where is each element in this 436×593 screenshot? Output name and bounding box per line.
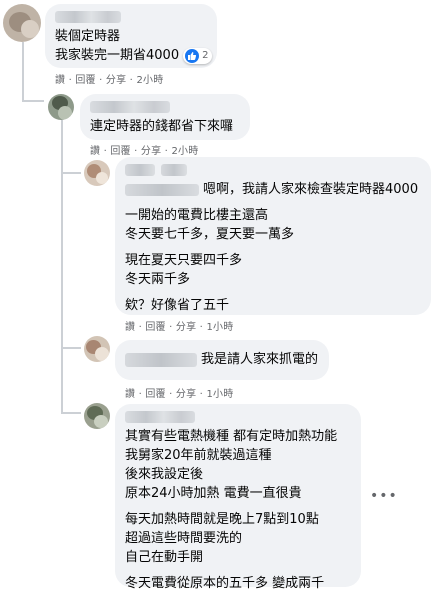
separator: · bbox=[126, 75, 137, 86]
like-link[interactable]: 讚 bbox=[90, 146, 100, 157]
comment-text-line: 我是請人家來抓電的 bbox=[201, 352, 319, 367]
thread-line-branch-2 bbox=[61, 347, 81, 349]
comment-bubble: 嗯啊，我請人家來檢查裝定時器4000 一開始的電費比樓主還高 冬天要七千多，夏天… bbox=[115, 157, 431, 315]
author-name-blurred[interactable] bbox=[125, 352, 197, 367]
like-link[interactable]: 讚 bbox=[125, 389, 135, 400]
comment-text: 自己在動手開 bbox=[125, 550, 204, 565]
comment-text: 嗯啊，我請人家來檢查裝定時器4000 bbox=[125, 180, 421, 199]
comment-actions: 讚 · 回覆 · 分享 · 1小時 bbox=[125, 318, 233, 333]
comment-bubble: 連定時器的錢都省下來囉 bbox=[80, 94, 250, 140]
comment-text: 裝個定時器 bbox=[55, 29, 121, 44]
comment-text: 欸？好像省了五千 bbox=[125, 298, 230, 313]
separator: · bbox=[95, 75, 106, 86]
share-link[interactable]: 分享 bbox=[106, 75, 126, 86]
comment-text: 一開始的電費比樓主還高 bbox=[125, 208, 269, 223]
separator: · bbox=[165, 389, 176, 400]
avatar[interactable] bbox=[3, 4, 41, 42]
author-name-blurred[interactable] bbox=[125, 164, 421, 176]
comment-text-line: 我家裝完一期省4000 bbox=[55, 48, 180, 63]
thread-line-branch-3 bbox=[61, 412, 81, 414]
comment-text: 原本24小時加熱 電費一直很貴 bbox=[125, 486, 302, 501]
separator: · bbox=[100, 146, 111, 157]
avatar[interactable] bbox=[48, 94, 74, 120]
comment-text: 現在夏天只要四千多 bbox=[125, 253, 243, 268]
comment-text: 我舅家20年前就裝過這種 bbox=[125, 448, 272, 463]
separator: · bbox=[196, 389, 207, 400]
thread-line-nested bbox=[61, 118, 63, 413]
like-link[interactable]: 讚 bbox=[55, 75, 65, 86]
comment-text: 我家裝完一期省4000 2 bbox=[55, 46, 213, 65]
comment-text: 冬天兩千多 bbox=[125, 272, 191, 287]
reaction-badge[interactable]: 2 bbox=[183, 47, 213, 64]
thread-line-branch-1 bbox=[61, 172, 81, 174]
reply-link[interactable]: 回覆 bbox=[110, 146, 130, 157]
separator: · bbox=[161, 146, 172, 157]
comment-text: 我是請人家來抓電的 bbox=[125, 350, 319, 369]
reply-link[interactable]: 回覆 bbox=[145, 389, 165, 400]
comment-text-line: 嗯啊，我請人家來檢查裝定時器4000 bbox=[203, 182, 419, 197]
reply-link[interactable]: 回覆 bbox=[145, 322, 165, 333]
comment-actions: 讚 · 回覆 · 分享 · 2小時 bbox=[55, 71, 163, 86]
separator: · bbox=[135, 389, 146, 400]
share-link[interactable]: 分享 bbox=[176, 389, 196, 400]
separator: · bbox=[130, 146, 141, 157]
separator: · bbox=[135, 322, 146, 333]
share-link[interactable]: 分享 bbox=[141, 146, 161, 157]
comment-bubble: 裝個定時器 我家裝完一期省4000 2 bbox=[45, 4, 217, 68]
more-options-button[interactable]: ••• bbox=[370, 488, 398, 504]
separator: · bbox=[196, 322, 207, 333]
like-link[interactable]: 讚 bbox=[125, 322, 135, 333]
share-link[interactable]: 分享 bbox=[176, 322, 196, 333]
avatar[interactable] bbox=[84, 403, 110, 429]
comment-actions: 讚 · 回覆 · 分享 · 1小時 bbox=[125, 385, 233, 400]
timestamp[interactable]: 2小時 bbox=[171, 146, 198, 157]
like-icon bbox=[185, 48, 200, 63]
avatar[interactable] bbox=[84, 160, 110, 186]
comment-bubble: 其實有些電熱機種 都有定時加熱功能 我舅家20年前就裝過這種 後來我設定後 原本… bbox=[115, 404, 361, 591]
reaction-count: 2 bbox=[202, 49, 209, 61]
comment-bubble: 我是請人家來抓電的 bbox=[115, 340, 329, 380]
avatar[interactable] bbox=[84, 336, 110, 362]
timestamp[interactable]: 1小時 bbox=[206, 389, 233, 400]
author-name-blurred[interactable] bbox=[125, 411, 195, 423]
thread-line-curve bbox=[22, 100, 44, 102]
comment-text: 每天加熱時間就是晚上7點到10點 bbox=[125, 512, 319, 527]
comment-text: 其實有些電熱機種 都有定時加熱功能 bbox=[125, 429, 338, 444]
comment-text: 冬天電費從原本的五千多 變成兩千 bbox=[125, 576, 325, 591]
tagged-name-blurred[interactable] bbox=[125, 183, 199, 196]
comment-text: 連定時器的錢都省下來囉 bbox=[90, 119, 234, 134]
separator: · bbox=[65, 75, 76, 86]
comment-text: 後來我設定後 bbox=[125, 467, 204, 482]
timestamp[interactable]: 1小時 bbox=[206, 322, 233, 333]
author-name-blurred[interactable] bbox=[90, 101, 170, 113]
timestamp[interactable]: 2小時 bbox=[136, 75, 163, 86]
reply-link[interactable]: 回覆 bbox=[75, 75, 95, 86]
author-name-blurred[interactable] bbox=[55, 11, 121, 23]
comment-actions: 讚 · 回覆 · 分享 · 2小時 bbox=[90, 142, 198, 157]
comment-text: 超過這些時間要洗的 bbox=[125, 531, 243, 546]
separator: · bbox=[165, 322, 176, 333]
comment-text: 冬天要七千多，夏天要一萬多 bbox=[125, 227, 295, 242]
thread-line-main bbox=[22, 42, 24, 102]
